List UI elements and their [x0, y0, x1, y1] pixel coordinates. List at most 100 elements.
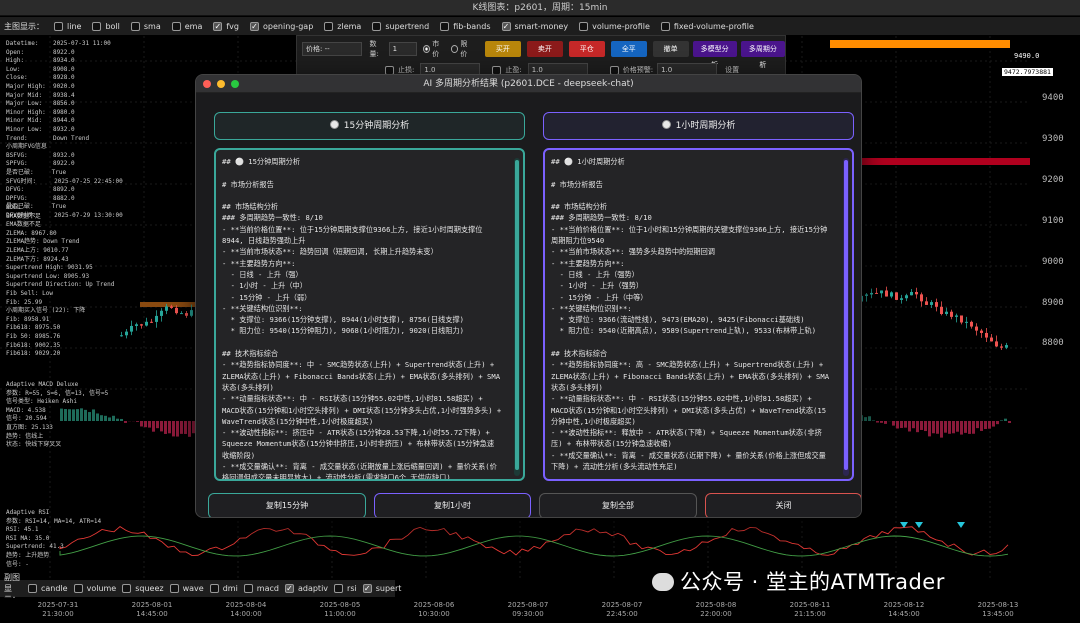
- candle-body: [925, 301, 928, 305]
- macd-bar: [924, 421, 927, 432]
- cancel-order-button[interactable]: 撤单: [652, 41, 689, 57]
- sub-toggle-candle[interactable]: candle: [28, 584, 68, 593]
- macd-bar: [176, 421, 179, 437]
- sub-toggle-adaptiv[interactable]: ✓ adaptiv: [284, 584, 328, 593]
- info-line: BSFVG: 8932.0: [6, 151, 75, 159]
- limit-radio[interactable]: 限价: [450, 39, 473, 59]
- macd-bar: [968, 421, 971, 434]
- main-toggle-fvg[interactable]: ✓ fvg: [213, 21, 239, 31]
- candle-body: [920, 294, 923, 302]
- market-radio[interactable]: 市价: [422, 39, 445, 59]
- time-tick: 2025-08-11 21:15:00: [789, 601, 831, 618]
- analysis-pane-15m[interactable]: ## ⚪ 15分钟周期分析 # 市场分析报告 ## 市场结构分析 ### 多周期…: [214, 148, 525, 481]
- candle-body: [890, 292, 893, 297]
- main-toggle-smart-money[interactable]: ✓ smart-money: [501, 21, 568, 31]
- maximize-window-icon[interactable]: [231, 80, 239, 88]
- checkbox-icon: [92, 21, 102, 31]
- sub-toggle-rsi[interactable]: rsi: [334, 584, 357, 593]
- main-toggle-zlema[interactable]: zlema: [324, 21, 361, 31]
- sub-toggle-volume[interactable]: volume: [73, 584, 116, 593]
- signal-marker: [915, 522, 923, 528]
- info-line: Close: 8928.0: [6, 74, 75, 82]
- circle-icon: [661, 120, 671, 129]
- close-position-button[interactable]: 平仓: [568, 41, 605, 57]
- price-label-current: 9490.0: [1014, 52, 1040, 60]
- info-line: Fib 50: 8985.76: [6, 332, 61, 340]
- scroll-thumb[interactable]: [515, 160, 519, 470]
- ai-analysis-dialog: AI 多周期分析结果 (p2601.DCE - deepseek-chat) 1…: [195, 74, 862, 518]
- scrollbar-1h[interactable]: [843, 158, 849, 476]
- checkbox-icon: [334, 584, 344, 593]
- info-line: 小周期FVG信息: [6, 143, 47, 151]
- time-tick: 2025-08-05 11:00:00: [319, 601, 361, 618]
- candle-body: [950, 311, 953, 317]
- macd-bar: [1000, 420, 1003, 421]
- copy-1h-button[interactable]: 复制1小时: [374, 493, 531, 517]
- sub-toggle-squeez[interactable]: squeez: [122, 584, 164, 593]
- main-toggle-boll[interactable]: boll: [92, 21, 120, 31]
- time-tick: 2025-08-01 14:45:00: [131, 601, 173, 618]
- fvg-zone: [830, 40, 1010, 48]
- macd-bar: [920, 421, 923, 430]
- info-line: 是否已破: True: [6, 168, 67, 176]
- macd-bar: [116, 418, 119, 421]
- main-toggle-line[interactable]: line: [54, 21, 81, 31]
- info-line: SFVG时间: 2025-07-25 22:45:00: [6, 177, 123, 185]
- close-window-icon[interactable]: [203, 80, 211, 88]
- main-toggle-supertrend[interactable]: supertrend: [372, 21, 429, 31]
- info-line: Adaptive MACD Deluxe: [6, 381, 79, 388]
- copy-15m-button[interactable]: 复制15分钟: [208, 493, 366, 517]
- scrollbar-15m[interactable]: [514, 158, 520, 476]
- candle-body: [150, 321, 153, 323]
- main-toggle-volume-profile[interactable]: volume-profile: [579, 21, 650, 31]
- sub-toggle-dmi[interactable]: dmi: [209, 584, 238, 593]
- candle-body: [885, 290, 888, 297]
- time-tick: 2025-08-07 22:45:00: [601, 601, 643, 618]
- candle-body: [915, 291, 918, 295]
- info-line: Supertrend: 41.3: [6, 543, 64, 551]
- candle-body: [995, 341, 998, 347]
- candle-body: [990, 337, 993, 342]
- rsi-line: [59, 526, 1009, 556]
- macd-bar: [156, 421, 159, 429]
- info-line: Fib618: 8975.50: [6, 324, 61, 332]
- close-all-button[interactable]: 全平: [610, 41, 647, 57]
- buy-open-button[interactable]: 买开: [484, 41, 521, 57]
- macd-bar: [112, 415, 115, 421]
- macd-bar: [928, 421, 931, 437]
- macd-bar: [152, 421, 155, 432]
- sub-toggle-macd[interactable]: macd: [243, 584, 279, 593]
- sell-open-button[interactable]: 卖开: [526, 41, 563, 57]
- candle-body: [155, 315, 158, 322]
- candle-body: [130, 325, 133, 332]
- candle-body: [900, 298, 903, 300]
- close-button[interactable]: 关闭: [705, 493, 861, 517]
- circle-icon: [329, 120, 339, 129]
- macd-bar: [172, 421, 175, 437]
- analysis-pane-1h[interactable]: ## ⚪ 1小时周期分析 # 市场分析报告 ## 市场结构分析 ### 多周期趋…: [543, 148, 854, 481]
- checkbox-icon: [660, 21, 670, 31]
- sub-toggle-wave[interactable]: wave: [169, 584, 204, 593]
- multi-period-button[interactable]: 多周期分析: [740, 41, 785, 69]
- multi-model-button[interactable]: 多模型分析: [692, 41, 737, 69]
- signal-marker: [957, 522, 965, 528]
- radio-selected-icon: [422, 45, 431, 53]
- main-toggle-opening-gap[interactable]: ✓ opening-gap: [250, 21, 313, 31]
- minimize-window-icon[interactable]: [217, 80, 225, 88]
- macd-bar: [916, 421, 919, 433]
- scroll-thumb[interactable]: [844, 160, 848, 470]
- time-tick: 2025-08-08 22:00:00: [695, 601, 737, 618]
- candle-body: [870, 292, 873, 295]
- main-toggle-fib-bands[interactable]: fib-bands: [440, 21, 491, 31]
- time-tick: 2025-08-04 14:00:00: [225, 601, 267, 618]
- sub-toggle-supert[interactable]: ✓ supert: [362, 584, 401, 593]
- copy-all-button[interactable]: 复制全部: [539, 493, 697, 517]
- bar-info-panel: Datetime: 2025-07-31 11:00 Open: 8922.0 Hi…: [6, 40, 123, 220]
- window-title: K线图表：p2601，周期：15min: [0, 0, 1080, 16]
- main-toggle-fixed-volume-profile[interactable]: fixed-volume-profile: [660, 21, 754, 31]
- main-toggle-ema[interactable]: ema: [171, 21, 202, 31]
- info-line: Major Mid: 8938.4: [6, 91, 75, 99]
- overlay-info-panel: BOLL - SMA数据不足 EMA数据不足 ZLEMA: 8967.80 ZLEMA趋…: [6, 204, 114, 359]
- main-toggle-sma[interactable]: sma: [130, 21, 161, 31]
- qty-input[interactable]: 1: [388, 42, 417, 56]
